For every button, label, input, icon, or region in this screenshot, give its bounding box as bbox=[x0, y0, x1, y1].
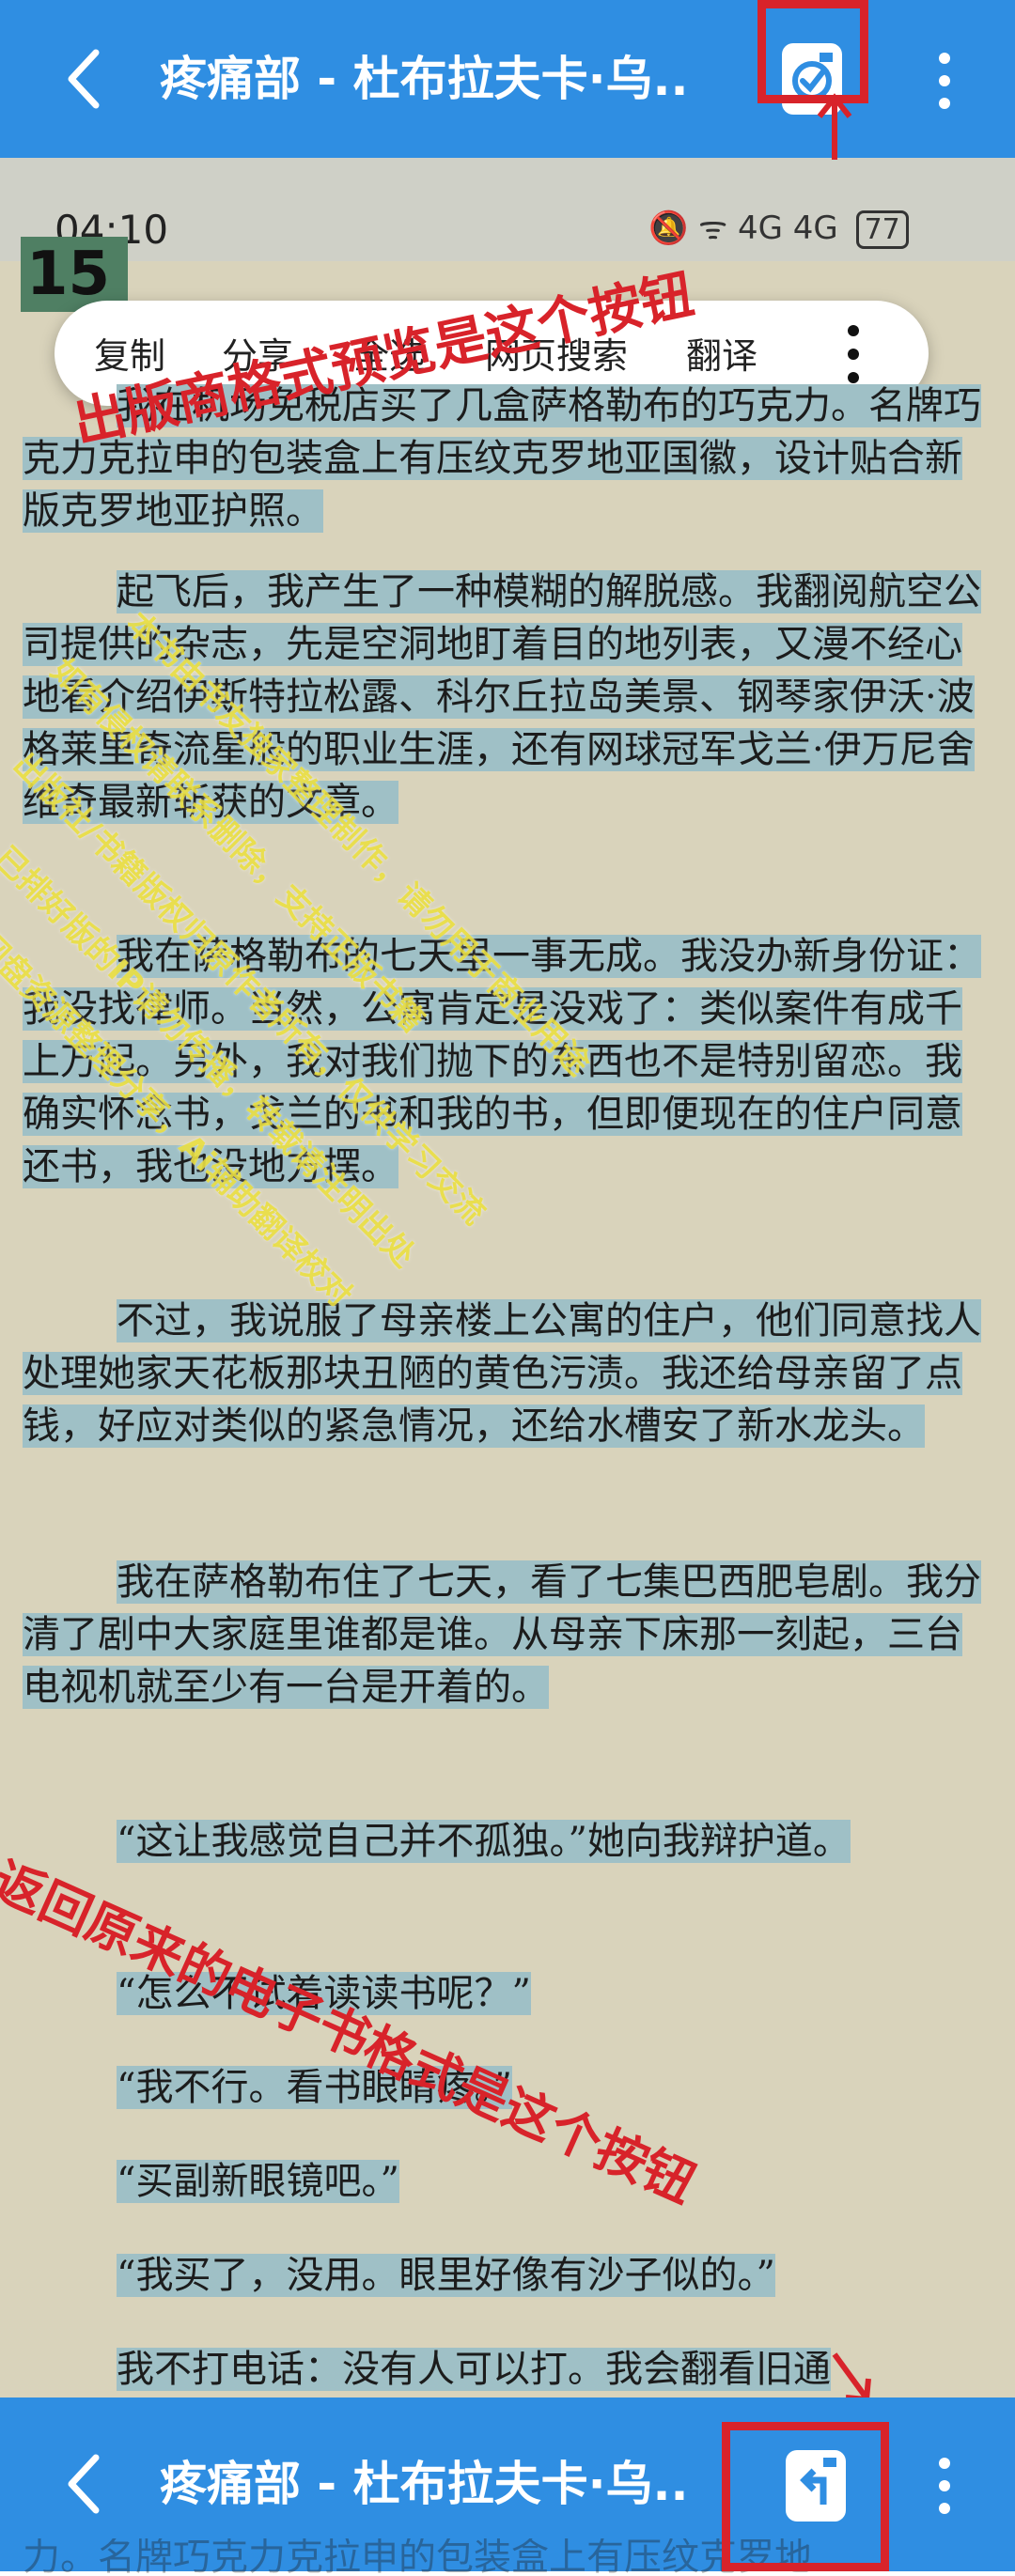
paragraph: 不过，我说服了母亲楼上公寓的住户，他们同意找人处理她家天花板那块丑陋的黄色污渍。… bbox=[23, 1299, 981, 1448]
highlight-box-top bbox=[757, 0, 868, 103]
paragraph: “我买了，没用。眼里好像有沙子似的。” bbox=[117, 2254, 775, 2297]
back-arrow-icon[interactable] bbox=[56, 2448, 113, 2520]
menu-more-icon[interactable] bbox=[844, 321, 863, 387]
back-arrow-icon[interactable] bbox=[56, 43, 113, 115]
inner-status-icons: 🔕 ᯤ 4G 4G 77 bbox=[648, 205, 909, 249]
arrow-top-icon bbox=[817, 93, 852, 160]
inner-status-bar: 04:10 🔕 ᯤ 4G 4G 77 bbox=[0, 158, 1015, 261]
book-title: 疼痛部 - 杜布拉夫卡·乌.. bbox=[160, 2457, 689, 2511]
paragraph: “买副新眼镜吧。” bbox=[117, 2160, 399, 2203]
more-vert-icon[interactable] bbox=[926, 45, 963, 116]
more-vert-icon[interactable] bbox=[926, 2450, 963, 2522]
menu-translate[interactable]: 翻译 bbox=[686, 327, 757, 379]
highlight-box-bottom bbox=[722, 2422, 889, 2571]
paragraph: “这让我感觉自己并不孤独。”她向我辩护道。 bbox=[117, 1820, 851, 1863]
paragraph: 我在萨格勒布住了七天，看了七集巴西肥皂剧。我分清了剧中大家庭里谁都是谁。从母亲下… bbox=[23, 1560, 981, 1709]
signal-icons: 🔕 ᯤ 4G 4G bbox=[648, 209, 838, 247]
book-title: 疼痛部 - 杜布拉夫卡·乌.. bbox=[160, 52, 689, 106]
reader-page: 04:10 🔕 ᯤ 4G 4G 77 15 复制 分享 全选 网页搜索 翻译 我… bbox=[0, 158, 1015, 2398]
battery-icon: 77 bbox=[855, 210, 909, 249]
